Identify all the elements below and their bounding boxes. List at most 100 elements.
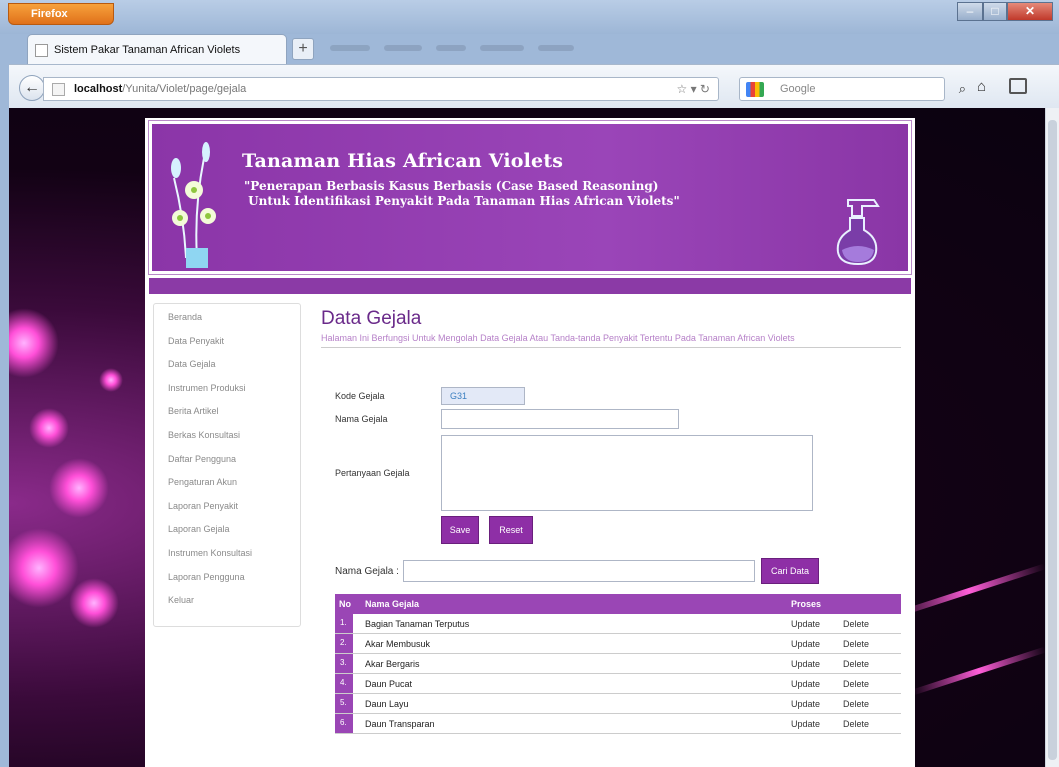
- update-link[interactable]: Update: [791, 639, 820, 649]
- maximize-button[interactable]: □: [983, 2, 1007, 21]
- sidebar-item-beranda[interactable]: Beranda: [168, 310, 300, 334]
- background-decoration: [69, 578, 119, 628]
- background-decoration: [49, 458, 109, 518]
- search-icon[interactable]: ⌕: [959, 81, 966, 97]
- delete-link[interactable]: Delete: [843, 659, 869, 669]
- sidebar-item-instrumen-konsultasi[interactable]: Instrumen Konsultasi: [168, 546, 300, 570]
- spray-bottle-icon: [836, 199, 880, 266]
- scrollbar-thumb[interactable]: [1048, 120, 1057, 760]
- update-link[interactable]: Update: [791, 679, 820, 689]
- page-container: Tanaman Hias African Violets "Penerapan …: [145, 118, 915, 767]
- table-row: 2. Akar Membusuk Update Delete: [335, 634, 901, 654]
- sidebar-item-berkas-konsultasi[interactable]: Berkas Konsultasi: [168, 428, 300, 452]
- pertanyaan-gejala-textarea[interactable]: [441, 435, 813, 511]
- url-path: /Yunita/Violet/page/gejala: [122, 83, 247, 95]
- address-bar[interactable]: localhost/Yunita/Violet/page/gejala ☆ ▾ …: [43, 77, 719, 101]
- banner-subtitle: "Penerapan Berbasis Kasus Berbasis (Case…: [244, 179, 680, 208]
- url-text: localhost/Yunita/Violet/page/gejala: [74, 83, 246, 95]
- cari-data-button[interactable]: Cari Data: [761, 558, 819, 584]
- update-link[interactable]: Update: [791, 659, 820, 669]
- vertical-scrollbar[interactable]: [1045, 108, 1059, 767]
- row-number: 2.: [335, 634, 353, 653]
- sidebar-item-instrumen-produksi[interactable]: Instrumen Produksi: [168, 381, 300, 405]
- home-icon[interactable]: ⌂: [977, 78, 986, 95]
- row-nama-gejala: Akar Membusuk: [365, 639, 431, 649]
- divider: [321, 347, 901, 348]
- nama-gejala-label: Nama Gejala: [335, 414, 388, 424]
- save-button[interactable]: Save: [441, 516, 479, 544]
- blurred-tab-strip: [330, 38, 660, 58]
- reset-button[interactable]: Reset: [489, 516, 533, 544]
- table-row: 5. Daun Layu Update Delete: [335, 694, 901, 714]
- sidebar-item-laporan-pengguna[interactable]: Laporan Pengguna: [168, 570, 300, 594]
- row-number: 3.: [335, 654, 353, 673]
- back-arrow-icon[interactable]: ←: [19, 75, 45, 101]
- firefox-menu-button[interactable]: Firefox: [8, 3, 114, 25]
- url-host: localhost: [74, 83, 123, 95]
- background-decoration: [29, 408, 69, 448]
- tab-title: Sistem Pakar Tanaman African Violets: [54, 44, 241, 56]
- search-label: Nama Gejala :: [335, 566, 399, 577]
- delete-link[interactable]: Delete: [843, 699, 869, 709]
- kode-gejala-field: G31: [441, 387, 525, 405]
- delete-link[interactable]: Delete: [843, 679, 869, 689]
- row-nama-gejala: Daun Layu: [365, 699, 409, 709]
- main-content: Data Gejala Halaman Ini Berfungsi Untuk …: [321, 308, 909, 734]
- bookmarks-icon[interactable]: [1009, 78, 1027, 94]
- new-tab-button[interactable]: +: [292, 38, 314, 60]
- table-header: No Nama Gejala Proses: [335, 594, 901, 614]
- row-number: 4.: [335, 674, 353, 693]
- nama-gejala-input[interactable]: [441, 409, 679, 429]
- sidebar-item-pengaturan-akun[interactable]: Pengaturan Akun: [168, 475, 300, 499]
- flower-logo-icon: [171, 142, 216, 268]
- kode-gejala-label: Kode Gejala: [335, 391, 385, 401]
- browser-tab[interactable]: Sistem Pakar Tanaman African Violets: [27, 34, 287, 64]
- sidebar-item-data-penyakit[interactable]: Data Penyakit: [168, 334, 300, 358]
- search-placeholder: Google: [780, 83, 816, 95]
- navigation-toolbar: ← localhost/Yunita/Violet/page/gejala ☆ …: [9, 64, 1059, 108]
- close-window-button[interactable]: ✕: [1007, 2, 1053, 21]
- update-link[interactable]: Update: [791, 699, 820, 709]
- update-link[interactable]: Update: [791, 719, 820, 729]
- row-number: 6.: [335, 714, 353, 733]
- delete-link[interactable]: Delete: [843, 719, 869, 729]
- header-proses: Proses: [791, 599, 822, 609]
- window-controls: – □ ✕: [957, 2, 1053, 21]
- search-input[interactable]: [403, 560, 755, 582]
- google-engine-icon[interactable]: [746, 82, 764, 97]
- delete-link[interactable]: Delete: [843, 639, 869, 649]
- sidebar-item-daftar-pengguna[interactable]: Daftar Pengguna: [168, 452, 300, 476]
- table-row: 1. Bagian Tanaman Terputus Update Delete: [335, 614, 901, 634]
- banner-title: Tanaman Hias African Violets: [242, 150, 564, 172]
- table-row: 6. Daun Transparan Update Delete: [335, 714, 901, 734]
- sidebar-item-berita-artikel[interactable]: Berita Artikel: [168, 404, 300, 428]
- row-nama-gejala: Daun Transparan: [365, 719, 435, 729]
- delete-link[interactable]: Delete: [843, 619, 869, 629]
- window-titlebar: Firefox – □ ✕: [0, 0, 1059, 34]
- bookmark-star-icon[interactable]: ☆ ▾ ↻: [676, 82, 710, 96]
- page-description: Halaman Ini Berfungsi Untuk Mengolah Dat…: [321, 333, 795, 343]
- table-row: 3. Akar Bergaris Update Delete: [335, 654, 901, 674]
- sidebar-menu: Beranda Data Penyakit Data Gejala Instru…: [153, 303, 301, 627]
- search-bar[interactable]: Google ⌕: [739, 77, 966, 101]
- header-banner: Tanaman Hias African Violets "Penerapan …: [148, 120, 912, 275]
- background-decoration: [99, 368, 123, 392]
- sidebar-item-data-gejala[interactable]: Data Gejala: [168, 357, 300, 381]
- background-decoration: [9, 528, 79, 608]
- banner-bottom-bar: [149, 278, 911, 294]
- header-no: No: [339, 599, 351, 609]
- page-favicon-icon: [35, 44, 48, 57]
- pertanyaan-gejala-label: Pertanyaan Gejala: [335, 468, 410, 478]
- gejala-table: No Nama Gejala Proses 1. Bagian Tanaman …: [335, 594, 901, 734]
- update-link[interactable]: Update: [791, 619, 820, 629]
- sidebar-item-keluar[interactable]: Keluar: [168, 593, 300, 617]
- sidebar-item-laporan-gejala[interactable]: Laporan Gejala: [168, 522, 300, 546]
- site-identity-icon: [52, 83, 65, 96]
- row-nama-gejala: Bagian Tanaman Terputus: [365, 619, 470, 629]
- sidebar-item-laporan-penyakit[interactable]: Laporan Penyakit: [168, 499, 300, 523]
- minimize-button[interactable]: –: [957, 2, 983, 21]
- page-viewport: Tanaman Hias African Violets "Penerapan …: [9, 108, 1045, 767]
- background-decoration: [911, 646, 1045, 696]
- background-decoration: [9, 308, 59, 378]
- row-number: 1.: [335, 614, 353, 633]
